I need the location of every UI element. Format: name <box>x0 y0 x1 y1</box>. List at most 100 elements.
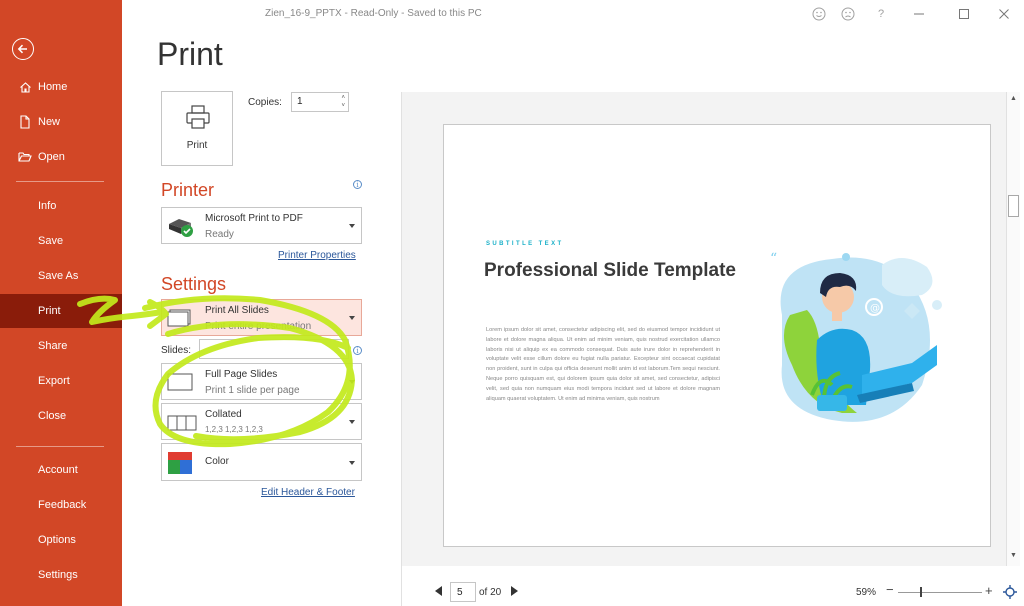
sidebar-item-account[interactable]: Account <box>0 453 122 487</box>
smile-feedback-icon[interactable] <box>812 7 826 24</box>
sidebar-item-export[interactable]: Export <box>0 364 122 398</box>
zoom-slider-handle[interactable] <box>920 587 922 597</box>
backstage-sidebar: Home New Open Info Save Save As Print Sh… <box>0 0 122 606</box>
printer-section-title: Printer <box>161 180 215 200</box>
zoom-in-icon[interactable]: + <box>985 583 993 598</box>
sidebar-item-label: Home <box>38 81 68 93</box>
chevron-down-icon <box>349 461 355 465</box>
slide-title: Professional Slide Template <box>484 260 737 281</box>
sidebar-item-label: Info <box>38 200 57 212</box>
collation-title: Collated <box>205 409 242 420</box>
window-title: Zien_16-9_PPTX - Read-Only - Saved to th… <box>265 8 482 19</box>
slide-range-dropdown[interactable]: Print All Slides Print entire presentati… <box>161 299 362 336</box>
slides-input[interactable] <box>199 339 349 359</box>
settings-section-title: Settings <box>161 274 227 294</box>
preview-scrollbar[interactable]: ▲ ▼ <box>1006 92 1020 566</box>
sidebar-item-info[interactable]: Info <box>0 189 122 223</box>
sidebar-item-label: Save As <box>38 270 79 282</box>
help-icon[interactable]: ? <box>878 8 884 20</box>
sidebar-item-label: Feedback <box>38 499 87 511</box>
copies-input[interactable]: 1 ˄ ˅ <box>291 92 349 112</box>
previous-page-icon[interactable] <box>435 586 442 596</box>
layout-title: Full Page Slides <box>205 369 278 380</box>
slides-stack-icon <box>167 309 191 332</box>
info-icon[interactable]: i <box>353 346 362 355</box>
collation-desc: 1,2,3 1,2,3 1,2,3 <box>205 425 263 434</box>
slide-subtitle: SUBTITLE TEXT <box>486 241 564 247</box>
sidebar-item-print[interactable]: Print <box>0 294 122 328</box>
new-file-icon <box>17 115 33 129</box>
info-icon[interactable]: i <box>353 180 362 189</box>
copies-spinner-icon[interactable]: ˄ ˅ <box>341 94 345 110</box>
slide-preview: SUBTITLE TEXT Professional Slide Templat… <box>443 124 991 547</box>
svg-text:@: @ <box>870 303 880 314</box>
zoom-to-page-icon[interactable] <box>1003 585 1017 604</box>
title-bar: Zien_16-9_PPTX - Read-Only - Saved to th… <box>122 0 1024 30</box>
printer-device-icon <box>167 216 195 243</box>
layout-dropdown[interactable]: Full Page Slides Print 1 slide per page <box>161 363 362 400</box>
scroll-up-icon[interactable]: ▲ <box>1010 95 1017 102</box>
sidebar-item-label: Save <box>38 235 64 247</box>
sidebar-item-settings[interactable]: Settings <box>0 558 122 592</box>
printer-icon <box>185 104 211 135</box>
home-icon <box>17 81 33 94</box>
copies-label: Copies: <box>248 97 282 108</box>
sidebar-item-share[interactable]: Share <box>0 329 122 363</box>
zoom-level[interactable]: 59% <box>856 587 876 598</box>
minimize-icon[interactable] <box>913 7 925 24</box>
sidebar-item-options[interactable]: Options <box>0 523 122 557</box>
next-page-icon[interactable] <box>511 586 518 596</box>
page-title: Print <box>157 36 223 72</box>
sidebar-item-label: Print <box>38 305 61 317</box>
frown-feedback-icon[interactable] <box>841 7 855 24</box>
maximize-icon[interactable] <box>958 7 970 24</box>
collated-pages-icon <box>167 413 197 438</box>
sidebar-item-label: Close <box>38 410 67 422</box>
sidebar-item-home[interactable]: Home <box>0 70 122 104</box>
person-at-laptop-illustration: @ “ <box>762 245 952 440</box>
scroll-down-icon[interactable]: ▼ <box>1010 552 1017 559</box>
layout-desc: Print 1 slide per page <box>205 385 300 396</box>
color-title: Color <box>205 456 229 467</box>
zoom-out-icon[interactable]: − <box>886 582 894 597</box>
sidebar-item-open[interactable]: Open <box>0 140 122 174</box>
print-button-label: Print <box>186 140 208 151</box>
print-button[interactable]: Print <box>161 91 233 166</box>
close-window-icon[interactable] <box>998 7 1010 24</box>
printer-dropdown[interactable]: Microsoft Print to PDF Ready <box>161 207 362 244</box>
printer-properties-link[interactable]: Printer Properties <box>278 250 356 261</box>
back-arrow-icon[interactable] <box>12 38 34 60</box>
page-total: of 20 <box>479 587 502 598</box>
copies-value: 1 <box>297 96 303 107</box>
sidebar-item-label: Open <box>38 151 65 163</box>
edit-header-footer-link[interactable]: Edit Header & Footer <box>261 487 355 498</box>
sidebar-item-close[interactable]: Close <box>0 399 122 433</box>
page-number-input[interactable]: 5 <box>450 582 476 602</box>
sidebar-item-feedback[interactable]: Feedback <box>0 488 122 522</box>
collation-dropdown[interactable]: Collated 1,2,3 1,2,3 1,2,3 <box>161 403 362 440</box>
page-current: 5 <box>457 587 463 598</box>
chevron-down-icon <box>349 224 355 228</box>
slide-body-text: Lorem ipsum dolor sit amet, consectetur … <box>486 327 720 402</box>
chevron-down-icon <box>349 380 355 384</box>
scroll-thumb[interactable] <box>1008 195 1019 217</box>
sidebar-item-label: New <box>38 116 61 128</box>
sidebar-item-label: Settings <box>38 569 78 581</box>
sidebar-divider <box>16 446 104 447</box>
sidebar-item-label: Account <box>38 464 78 476</box>
chevron-down-icon <box>349 420 355 424</box>
color-dropdown[interactable]: Color <box>161 443 362 481</box>
zoom-slider[interactable] <box>898 592 982 593</box>
sidebar-item-save[interactable]: Save <box>0 224 122 258</box>
sidebar-item-save-as[interactable]: Save As <box>0 259 122 293</box>
slides-label: Slides: <box>161 345 192 356</box>
slide-range-title: Print All Slides <box>205 305 269 316</box>
full-page-slide-icon <box>167 373 193 396</box>
printer-status: Ready <box>205 229 234 240</box>
slide-range-desc: Print entire presentation <box>205 321 312 332</box>
chevron-down-icon <box>349 316 355 320</box>
sidebar-item-new[interactable]: New <box>0 105 122 139</box>
svg-text:“: “ <box>770 251 777 267</box>
folder-open-icon <box>17 151 33 163</box>
printer-name: Microsoft Print to PDF <box>205 213 303 224</box>
